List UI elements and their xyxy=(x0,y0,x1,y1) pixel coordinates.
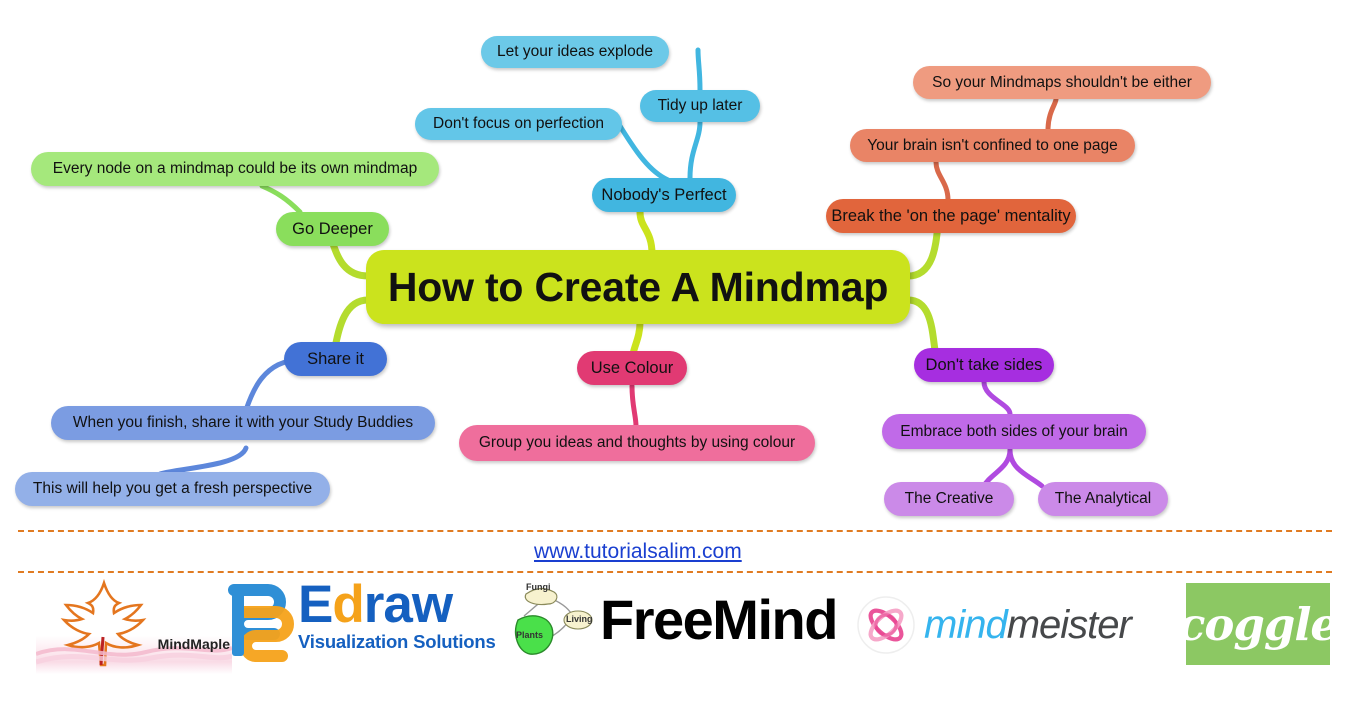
mindmeister-infinity-icon xyxy=(857,596,915,654)
logo-mindmaple-wordmark: MindMaple xyxy=(157,636,230,652)
logo-mindmeister: mindmeister xyxy=(856,595,1132,655)
node-share-with-study-buddies[interactable]: When you finish, share it with your Stud… xyxy=(51,406,435,440)
node-label: Go Deeper xyxy=(292,219,373,238)
node-so-your-mindmaps-shouldnt[interactable]: So your Mindmaps shouldn't be either xyxy=(913,66,1211,99)
edraw-raw: raw xyxy=(363,575,453,634)
mindmeister-meister: meister xyxy=(1006,603,1132,647)
node-dont-focus-on-perfection[interactable]: Don't focus on perfection xyxy=(415,108,622,140)
divider-top xyxy=(18,530,1332,532)
node-fresh-perspective[interactable]: This will help you get a fresh perspecti… xyxy=(15,472,330,506)
node-label: Tidy up later xyxy=(657,97,743,115)
logo-coggle-wordmark: coggle xyxy=(1177,597,1339,651)
node-label: The Analytical xyxy=(1054,490,1152,508)
thumbnail-label-plants: Plants xyxy=(516,630,544,640)
divider-bottom xyxy=(18,571,1332,573)
node-label: Don't focus on perfection xyxy=(433,115,604,133)
logo-edraw-wordmark: Edraw xyxy=(298,578,496,631)
edraw-e: E xyxy=(298,575,333,634)
node-dont-take-sides[interactable]: Don't take sides xyxy=(914,348,1054,382)
node-nobodys-perfect[interactable]: Nobody's Perfect xyxy=(592,178,736,212)
edraw-thumbnail-mindmap: Fungi Living Plants xyxy=(510,576,595,668)
node-label: Don't take sides xyxy=(925,355,1043,374)
node-tidy-up-later[interactable]: Tidy up later xyxy=(640,90,760,122)
node-the-analytical[interactable]: The Analytical xyxy=(1038,482,1168,516)
node-break-on-the-page-mentality[interactable]: Break the 'on the page' mentality xyxy=(826,199,1076,233)
thumbnail-label-living: Living xyxy=(566,614,593,624)
logo-coggle: coggle xyxy=(1178,583,1339,665)
node-let-your-ideas-explode[interactable]: Let your ideas explode xyxy=(481,36,669,68)
node-label: Break the 'on the page' mentality xyxy=(831,206,1071,225)
central-node-label: How to Create A Mindmap xyxy=(387,263,889,310)
logo-edraw-tagline: Visualization Solutions xyxy=(298,631,496,652)
node-label: Every node on a mindmap could be its own… xyxy=(52,160,418,178)
logo-mindmeister-wordmark: mindmeister xyxy=(924,603,1132,647)
node-group-ideas-by-colour[interactable]: Group you ideas and thoughts by using co… xyxy=(459,425,815,461)
node-label: Use Colour xyxy=(590,358,674,377)
node-the-creative[interactable]: The Creative xyxy=(884,482,1014,516)
node-label: Your brain isn't confined to one page xyxy=(867,136,1118,154)
mindmap-canvas: How to Create A Mindmap Nobody's Perfect… xyxy=(0,0,1350,707)
node-embrace-both-sides[interactable]: Embrace both sides of your brain xyxy=(882,414,1146,449)
node-use-colour[interactable]: Use Colour xyxy=(577,351,687,385)
logo-freemind: FreeMind xyxy=(600,588,838,651)
thumbnail-label-fungi: Fungi xyxy=(526,582,551,592)
node-label: Embrace both sides of your brain xyxy=(900,422,1128,440)
node-share-it[interactable]: Share it xyxy=(284,342,387,376)
node-every-node-own-mindmap[interactable]: Every node on a mindmap could be its own… xyxy=(31,152,439,186)
node-label: The Creative xyxy=(904,490,994,508)
node-label: Nobody's Perfect xyxy=(601,185,727,204)
node-label: Group you ideas and thoughts by using co… xyxy=(478,434,796,452)
node-label: Share it xyxy=(307,349,364,368)
edraw-d: d xyxy=(332,575,364,634)
node-your-brain-isnt-confined[interactable]: Your brain isn't confined to one page xyxy=(850,129,1135,162)
node-label: Let your ideas explode xyxy=(497,43,653,61)
mindmeister-mind: mind xyxy=(924,603,1008,647)
node-label: This will help you get a fresh perspecti… xyxy=(32,480,313,498)
central-node[interactable]: How to Create A Mindmap xyxy=(366,250,910,324)
node-label: So your Mindmaps shouldn't be either xyxy=(932,73,1192,91)
node-go-deeper[interactable]: Go Deeper xyxy=(276,212,389,246)
site-url-link[interactable]: www.tutorialsalim.com xyxy=(534,540,742,564)
logo-freemind-wordmark: FreeMind xyxy=(600,588,838,651)
logo-mindmaple: MindMaple xyxy=(36,573,232,674)
edraw-mark-icon xyxy=(228,584,294,662)
node-label: When you finish, share it with your Stud… xyxy=(72,414,414,432)
